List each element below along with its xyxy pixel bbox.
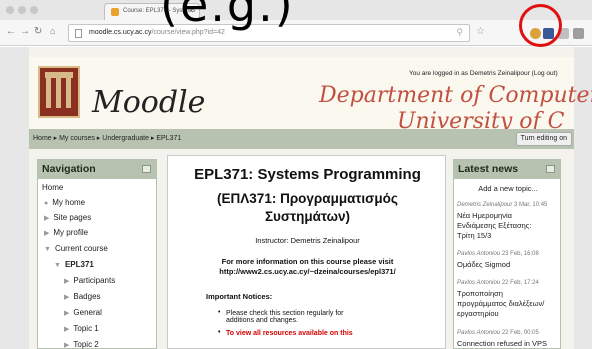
nav-item-my-home[interactable]: ● My home xyxy=(44,198,85,207)
forward-arrow-icon[interactable]: → xyxy=(20,26,30,37)
course-website-link[interactable]: http://www2.cs.ucy.ac.cy/~dzeina/courses… xyxy=(168,267,447,276)
url-host: moodle.cs.ucy.ac.cy xyxy=(89,29,152,36)
navigation-block-header: Navigation xyxy=(38,160,156,179)
course-title: EPL371: Systems Programming xyxy=(194,166,421,183)
back-arrow-icon[interactable]: ← xyxy=(6,26,16,37)
breadcrumb[interactable]: Home ▸ My courses ▸ Undergraduate ▸ EPL3… xyxy=(33,134,181,142)
news-item-meta: Pavlos Antoniou 23 Feb, 16:08 xyxy=(457,251,539,257)
latest-news-title: Latest news xyxy=(458,163,519,175)
menu-icon[interactable] xyxy=(573,28,584,39)
bullet-icon: • xyxy=(218,309,221,316)
nav-item-site-pages[interactable]: ▶ Site pages xyxy=(44,213,91,222)
search-icon[interactable]: ⚲ xyxy=(456,27,463,38)
latest-news-header: Latest news xyxy=(454,160,560,179)
news-item-link[interactable]: Connection refused in VPS xyxy=(457,339,547,349)
notice-item-1: • Please check this section regularly fo… xyxy=(218,309,344,324)
nav-item-badges[interactable]: ▶ Badges xyxy=(64,292,101,301)
breadcrumb-bar: Home ▸ My courses ▸ Undergraduate ▸ EPL3… xyxy=(29,129,574,149)
site-name[interactable]: Moodle xyxy=(92,85,205,120)
home-icon[interactable]: ⌂ xyxy=(50,26,55,36)
expand-arrow-icon: ▶ xyxy=(64,278,70,285)
nav-item-epl371[interactable]: ▼ EPL371 xyxy=(54,260,94,269)
minimize-window-icon[interactable] xyxy=(18,6,26,14)
add-topic-link[interactable]: Add a new topic... xyxy=(454,184,562,193)
news-item-link[interactable]: Νέα Ημερομηνία Ενδιάμεσης Εξέτασης: Τρίτ… xyxy=(457,211,532,241)
collapse-arrow-icon: ▼ xyxy=(44,246,51,253)
highlight-circle xyxy=(519,4,562,47)
site-banner: Moodle You are logged in as Demetris Zei… xyxy=(29,57,592,134)
course-title-greek-2: Συστημάτων) xyxy=(264,209,351,224)
maximize-window-icon[interactable] xyxy=(30,6,38,14)
browser-toolbar: ← → ↻ ⌂ moodle.cs.ucy.ac.cy/course/view.… xyxy=(0,20,592,46)
nav-item-participants[interactable]: ▶ Participants xyxy=(64,276,115,285)
collapse-block-icon[interactable] xyxy=(546,165,555,173)
news-item-link[interactable]: Ομάδες Sigmod xyxy=(457,260,510,270)
course-content: EPL371: Systems Programming (ΕΠΛ371: Προ… xyxy=(167,155,446,349)
nav-item-current-course[interactable]: ▼ Current course xyxy=(44,244,108,253)
news-item-meta: Pavlos Antoniou 22 Feb, 00:05 xyxy=(457,330,539,336)
page-viewport: Moodle You are logged in as Demetris Zei… xyxy=(0,47,592,349)
overlay-caption: (e.g.) xyxy=(160,0,295,32)
important-notices-heading: Important Notices: xyxy=(206,292,273,301)
expand-arrow-icon: ▶ xyxy=(64,294,70,301)
nav-item-general[interactable]: ▶ General xyxy=(64,308,102,317)
reload-icon[interactable]: ↻ xyxy=(34,26,42,37)
browser-tab-bar: Course: EPL371 - Systems ✕ xyxy=(0,0,592,20)
news-item-link[interactable]: Τροποποίηση προγράμματος διαλέξεων/ εργα… xyxy=(457,289,544,319)
nav-item-home[interactable]: Home xyxy=(42,183,63,192)
university-logo xyxy=(38,66,80,118)
turn-editing-on-button[interactable]: Turn editing on xyxy=(515,132,572,146)
nav-item-topic-1[interactable]: ▶ Topic 1 xyxy=(64,324,99,333)
collapse-arrow-icon: ▼ xyxy=(54,262,61,269)
notice-item-2: • To view all resources available on thi… xyxy=(218,329,353,337)
bullet-icon: • xyxy=(218,329,221,336)
navigation-title: Navigation xyxy=(42,163,96,175)
nav-item-my-profile[interactable]: ▶ My profile xyxy=(44,228,88,237)
expand-arrow-icon: ▶ xyxy=(64,310,70,317)
latest-news-block: Latest news Add a new topic... Demetris … xyxy=(453,159,561,349)
navigation-block: Navigation Home ● My home ▶ Site pages ▶ My… xyxy=(37,159,157,349)
bookmark-star-icon[interactable]: ☆ xyxy=(476,26,485,37)
moodle-site: Moodle You are logged in as Demetris Zei… xyxy=(29,47,592,349)
collapse-block-icon[interactable] xyxy=(142,165,151,173)
moodle-favicon-icon xyxy=(111,8,119,16)
close-window-icon[interactable] xyxy=(6,6,14,14)
login-info[interactable]: You are logged in as Demetris Zeinalipou… xyxy=(409,70,558,77)
instructor-line: Instructor: Demetris Zeinalipour xyxy=(255,236,360,245)
more-info-line: For more information on this course plea… xyxy=(221,257,394,266)
expand-arrow-icon: ▶ xyxy=(64,326,70,333)
department-title: Department of Computer S xyxy=(319,83,592,108)
news-item-meta: Pavlos Antoniou 22 Feb, 17:24 xyxy=(457,280,539,286)
bullet-icon: ● xyxy=(44,200,49,207)
course-title-greek-1: (ΕΠΛ371: Προγραμματισμός xyxy=(217,191,398,206)
expand-arrow-icon: ▶ xyxy=(44,230,50,237)
news-item-meta: Demetris Zeinalipour 3 Mar, 10:45 xyxy=(457,202,548,208)
expand-arrow-icon: ▶ xyxy=(44,215,50,222)
nav-item-topic-2[interactable]: ▶ Topic 2 xyxy=(64,340,99,349)
expand-arrow-icon: ▶ xyxy=(64,342,70,349)
page-icon xyxy=(75,29,82,38)
